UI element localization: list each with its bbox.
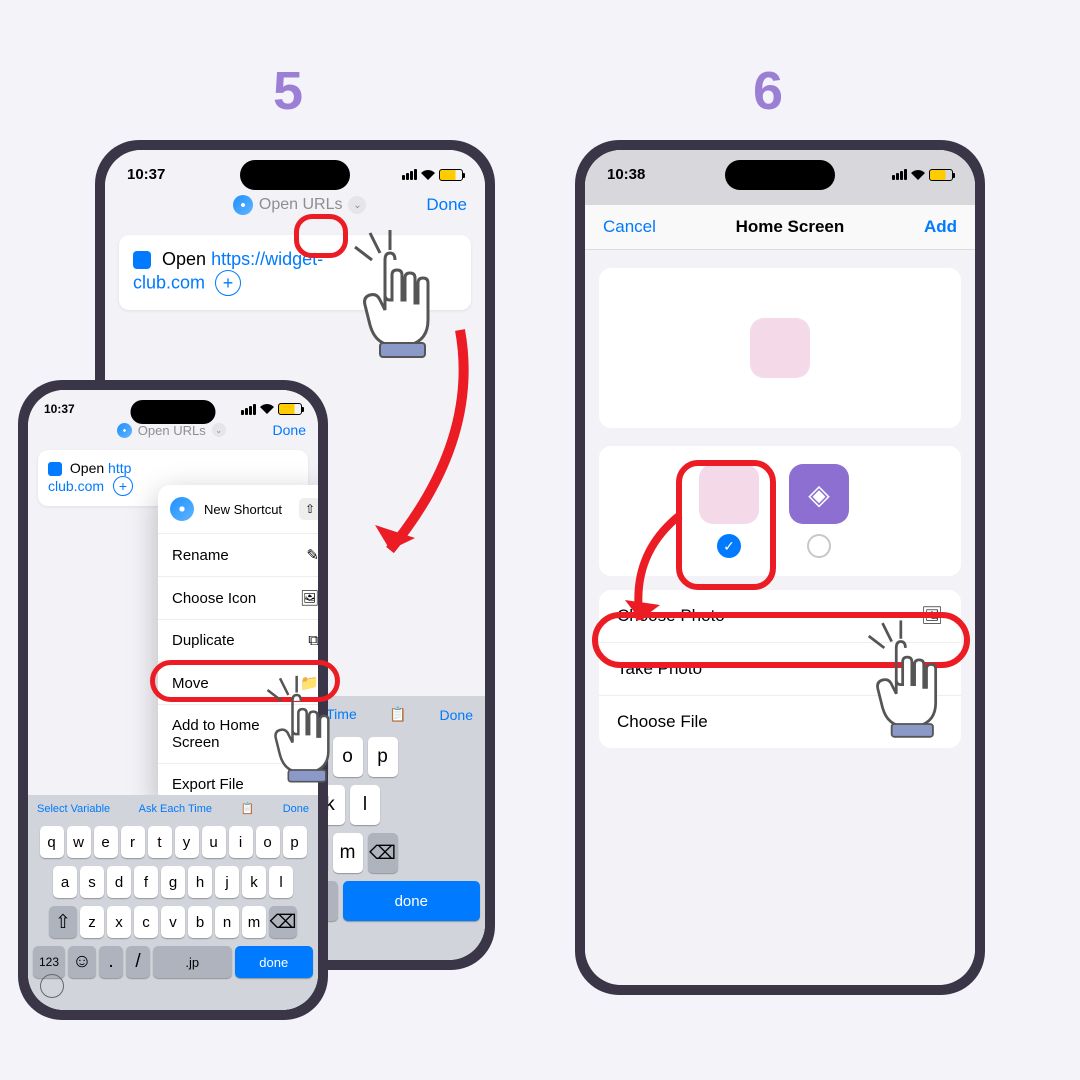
shortcut-title: Open URLs	[138, 423, 206, 438]
open-url-action[interactable]: Open https://widget- club.com +	[119, 235, 471, 310]
kb-done[interactable]: Done	[440, 707, 473, 723]
radio-selected[interactable]	[717, 534, 741, 558]
menu-duplicate[interactable]: Duplicate⧉	[158, 620, 318, 662]
status-time: 10:38	[607, 166, 645, 183]
globe-icon[interactable]	[40, 974, 64, 998]
battery-icon	[439, 169, 463, 181]
choose-file-label: Choose File	[617, 712, 708, 732]
battery-icon	[929, 169, 953, 181]
shortcut-options-menu: New Shortcut ⇧ Rename✎ Choose Icon🖼 Dupl…	[158, 485, 318, 805]
add-url-button[interactable]: +	[113, 476, 133, 496]
cancel-button[interactable]: Cancel	[603, 217, 656, 237]
choose-file-row[interactable]: Choose File	[599, 696, 961, 748]
image-icon: 🖼	[300, 589, 318, 607]
step-number-6: 6	[753, 60, 783, 122]
arrow-icon	[370, 320, 480, 570]
arrow-icon	[615, 505, 695, 635]
duplicate-icon: ⧉	[308, 632, 318, 649]
action-icon	[133, 251, 151, 269]
safari-icon	[117, 423, 132, 438]
safari-icon	[233, 195, 253, 215]
add-home-icon: ⊕	[306, 725, 318, 743]
icon-option-default[interactable]: ◈	[789, 464, 849, 558]
open-label: Open	[162, 249, 206, 269]
folder-icon: 📁	[300, 674, 318, 692]
take-photo-label: Take Photo	[617, 659, 702, 679]
share-icon[interactable]: ⇧	[299, 498, 318, 520]
status-time: 10:37	[44, 402, 75, 416]
open-label: Open	[70, 460, 104, 476]
action-icon	[48, 462, 62, 476]
url-part2: club.com	[133, 273, 205, 293]
chevron-down-icon[interactable]: ⌄	[212, 423, 226, 437]
phone-step5-front: 10:37 Open URLs ⌄ Done Open ht	[18, 380, 328, 1020]
menu-choose-icon[interactable]: Choose Icon🖼	[158, 577, 318, 620]
ask-each-time[interactable]: Ask Each Time	[139, 803, 212, 815]
add-url-button[interactable]: +	[215, 270, 241, 296]
step-number-5: 5	[273, 60, 303, 122]
url-part1: https://widget-	[211, 249, 323, 269]
keyboard[interactable]: Select Variable Ask Each Time 📋 Done qwe…	[28, 795, 318, 1010]
kb-done[interactable]: Done	[283, 803, 309, 815]
nav-title: Home Screen	[736, 217, 845, 237]
chevron-down-icon[interactable]: ⌄	[348, 196, 366, 214]
pencil-icon: ✎	[306, 546, 318, 564]
shortcut-title-bar: Open URLs ⌄ Done	[105, 187, 485, 223]
notch	[131, 400, 216, 424]
menu-move[interactable]: Move📁	[158, 662, 318, 705]
select-variable[interactable]: Select Variable	[37, 803, 110, 815]
done-button[interactable]: Done	[273, 422, 306, 438]
gummy-icon	[699, 464, 759, 524]
image-icon: 🖼	[921, 606, 943, 626]
signal-icon	[402, 169, 417, 180]
safari-icon	[170, 497, 194, 521]
icon-preview	[599, 268, 961, 428]
done-button[interactable]: Done	[426, 195, 467, 215]
radio-unselected[interactable]	[807, 534, 831, 558]
battery-icon	[278, 403, 302, 415]
nav-bar: Cancel Home Screen Add	[585, 205, 975, 250]
menu-header: New Shortcut ⇧	[158, 485, 318, 534]
notch	[240, 160, 350, 190]
url-part2: club.com	[48, 478, 104, 494]
gummy-icon	[750, 318, 810, 378]
shortcut-title: Open URLs	[259, 196, 343, 214]
wifi-icon	[421, 170, 435, 180]
signal-icon	[892, 169, 907, 180]
shortcuts-icon: ◈	[789, 464, 849, 524]
icon-option-photo[interactable]	[699, 464, 759, 558]
menu-title: New Shortcut	[204, 502, 282, 517]
menu-rename[interactable]: Rename✎	[158, 534, 318, 577]
add-button[interactable]: Add	[924, 217, 957, 237]
menu-add-home[interactable]: Add to Home Screen⊕	[158, 705, 318, 764]
wifi-icon	[260, 404, 274, 414]
notch	[725, 160, 835, 190]
status-time: 10:37	[127, 166, 165, 183]
take-photo-row[interactable]: Take Photo	[599, 643, 961, 696]
wifi-icon	[911, 170, 925, 180]
signal-icon	[241, 404, 256, 415]
